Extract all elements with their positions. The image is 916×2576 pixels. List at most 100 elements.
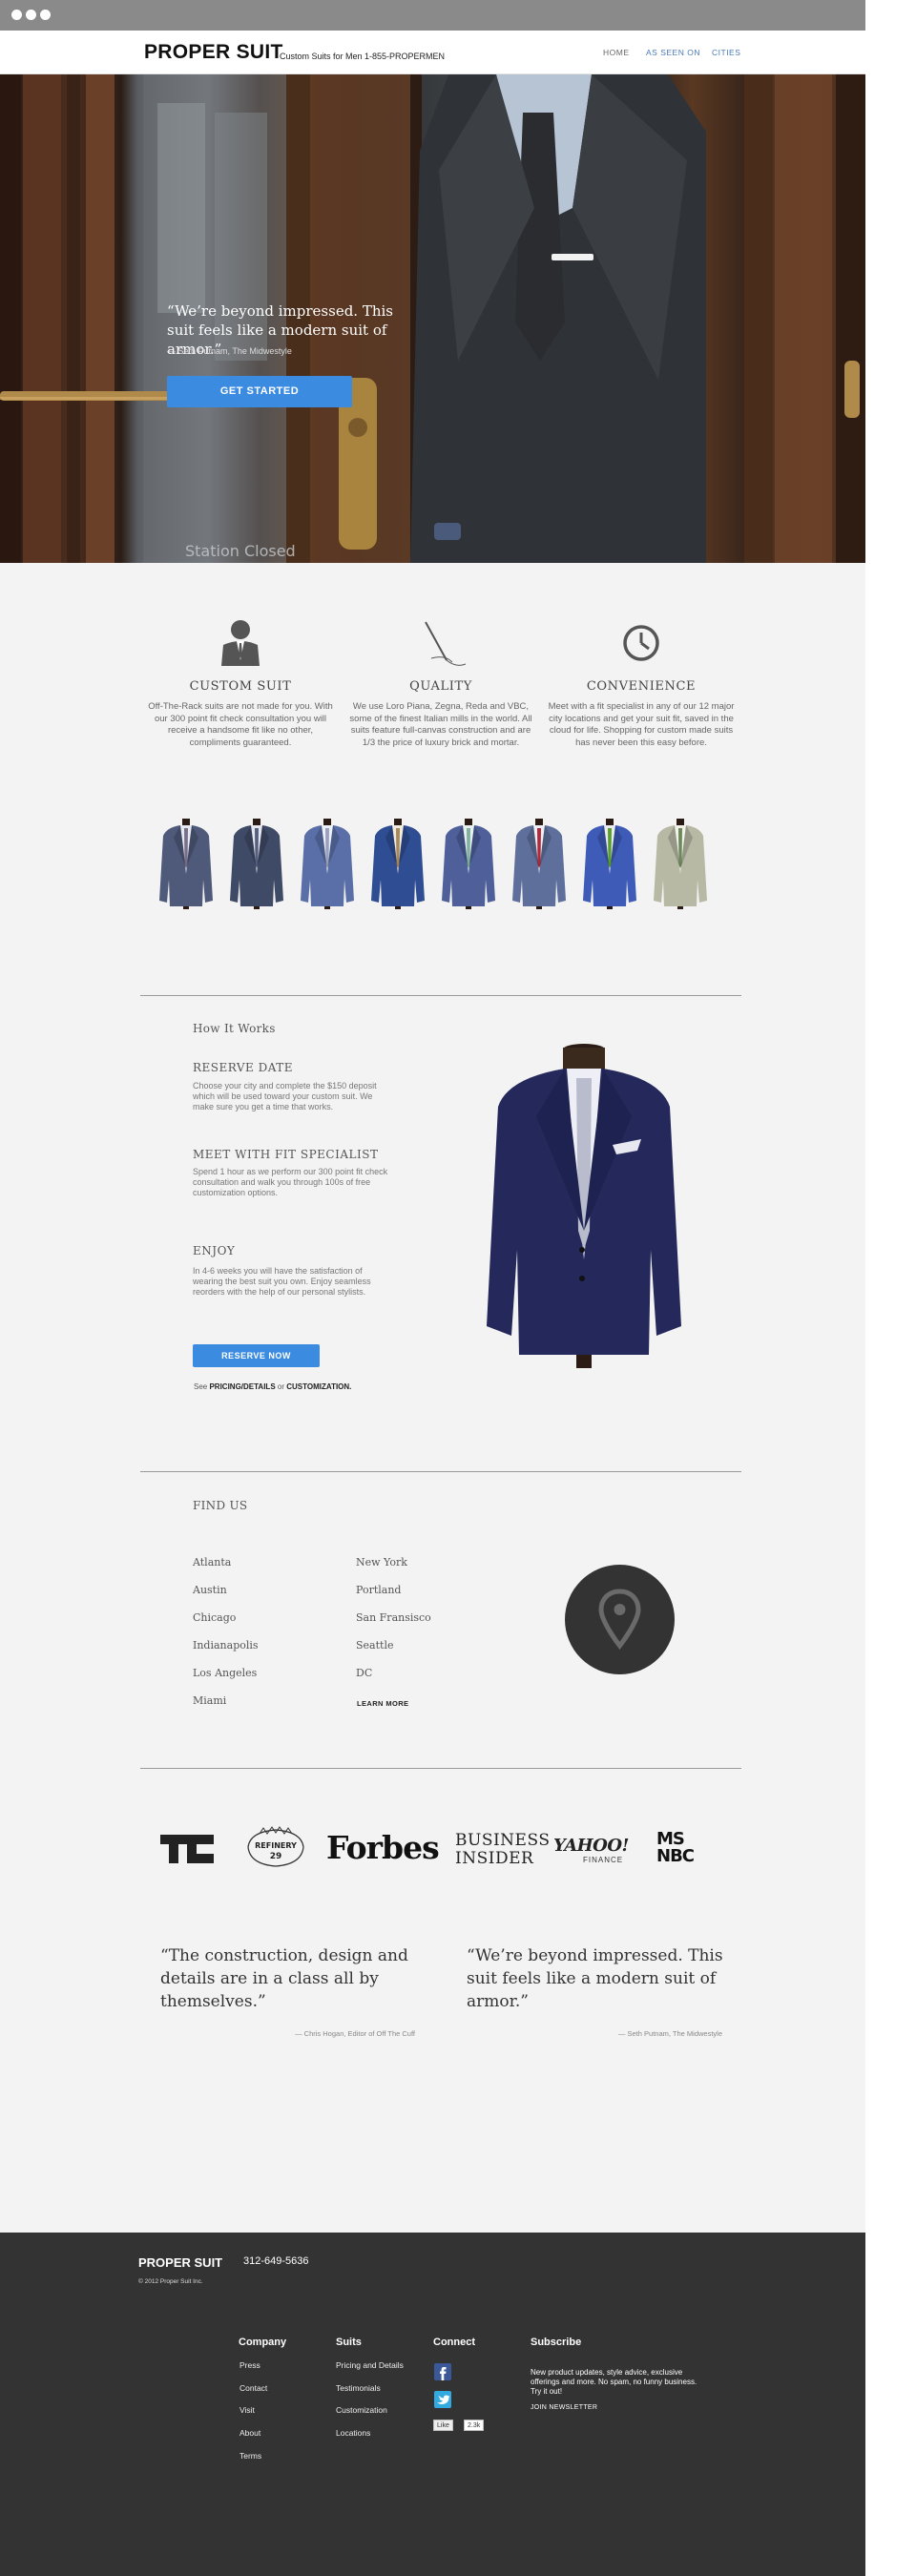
- clock-icon: [546, 616, 737, 670]
- nav-home[interactable]: HOME: [603, 48, 630, 57]
- bi-line2: INSIDER: [455, 1849, 534, 1868]
- footer-link-press[interactable]: Press: [239, 2360, 260, 2370]
- suit-thumbnail[interactable]: [299, 819, 356, 909]
- footer-heading: Subscribe: [531, 2337, 582, 2348]
- city-link[interactable]: Indianapolis: [193, 1639, 259, 1652]
- city-link[interactable]: Chicago: [193, 1611, 236, 1624]
- footer-heading: Company: [239, 2337, 287, 2348]
- suited-man-icon: [145, 616, 336, 670]
- feature-title: QUALITY: [409, 679, 472, 694]
- suit-thumbnail[interactable]: [228, 819, 285, 909]
- footer-link-contact[interactable]: Contact: [239, 2383, 267, 2393]
- testimonial-cite: — Chris Hogan, Editor of Off The Cuff: [295, 2029, 415, 2038]
- footer-link-pricing[interactable]: Pricing and Details: [336, 2360, 404, 2370]
- hero-quote-cite: — Seth Putnam, The Midwestyle: [167, 346, 292, 356]
- step-title: ENJOY: [193, 1244, 236, 1257]
- suit-thumbnail[interactable]: [510, 819, 568, 909]
- step-title: RESERVE DATE: [193, 1061, 294, 1074]
- hero-photo: Station Closed: [0, 74, 865, 563]
- step-text: Choose your city and complete the $150 d…: [193, 1081, 377, 1111]
- see-prefix: See: [194, 1382, 208, 1391]
- see-more-links: See PRICING/DETAILS or CUSTOMIZATION.: [194, 1382, 351, 1391]
- footer-link-about[interactable]: About: [239, 2428, 260, 2438]
- suit-thumbnail[interactable]: [157, 819, 215, 909]
- city-link[interactable]: Austin: [193, 1584, 227, 1596]
- svg-text:29: 29: [270, 1852, 282, 1861]
- site-logo[interactable]: PROPER SUIT: [144, 41, 283, 64]
- needle-thread-icon: [345, 616, 536, 670]
- feature-text: We use Loro Piana, Zegna, Reda and VBC, …: [349, 701, 532, 748]
- testimonial-cite: — Seth Putnam, The Midwestyle: [617, 2029, 722, 2038]
- feature-text: Meet with a fit specialist in any of our…: [548, 701, 735, 748]
- feature-custom-suit: CUSTOM SUIT Off-The-Rack suits are not m…: [145, 616, 336, 749]
- city-link[interactable]: Portland: [356, 1584, 401, 1596]
- feature-quality: QUALITY We use Loro Piana, Zegna, Reda a…: [345, 616, 536, 749]
- suit-thumbnail[interactable]: [369, 819, 427, 909]
- window-maximize-dot[interactable]: [40, 10, 51, 20]
- hero-banner: Station Closed “We’re beyond impressed. …: [0, 74, 865, 563]
- yahoo-finance-sub: FINANCE: [583, 1856, 624, 1864]
- nav-cities[interactable]: CITIES: [712, 48, 740, 57]
- footer-link-customization[interactable]: Customization: [336, 2405, 387, 2415]
- section-divider: [140, 995, 741, 996]
- see-or: or: [277, 1382, 285, 1391]
- suit-thumbnail[interactable]: [440, 819, 497, 909]
- feature-text: Off-The-Rack suits are not made for you.…: [148, 701, 333, 748]
- step-title: MEET WITH FIT SPECIALIST: [193, 1148, 379, 1161]
- featured-suit-image: [487, 1044, 681, 1368]
- business-insider-logo: BUSINESS INSIDER: [455, 1832, 550, 1868]
- map-pin-icon: [565, 1565, 675, 1674]
- find-us-heading: FIND US: [193, 1499, 248, 1512]
- msnbc-logo: MS NBC: [656, 1831, 695, 1866]
- city-link[interactable]: Atlanta: [193, 1556, 231, 1568]
- facebook-like-button[interactable]: Like: [433, 2420, 453, 2431]
- footer-copyright: © 2012 Proper Suit Inc.: [138, 2278, 203, 2285]
- city-link[interactable]: San Fransisco: [356, 1611, 431, 1624]
- footer-link-locations[interactable]: Locations: [336, 2428, 370, 2438]
- footer-phone: 312-649-5636: [243, 2255, 309, 2267]
- browser-chrome: [0, 0, 865, 31]
- yahoo-finance-logo: YAHOO!: [553, 1836, 629, 1856]
- twitter-icon[interactable]: [434, 2391, 451, 2408]
- get-started-button[interactable]: GET STARTED: [167, 376, 352, 407]
- city-link[interactable]: DC: [356, 1667, 372, 1679]
- footer-link-terms[interactable]: Terms: [239, 2451, 261, 2461]
- learn-more-link[interactable]: LEARN MORE: [357, 1699, 408, 1708]
- testimonial-quote: “We’re beyond impressed. This suit feels…: [467, 1946, 723, 2011]
- feature-title: CONVENIENCE: [586, 679, 697, 694]
- footer-link-testimonials[interactable]: Testimonials: [336, 2383, 381, 2393]
- city-link[interactable]: Miami: [193, 1694, 226, 1707]
- techcrunch-logo: TC: [160, 1835, 214, 1863]
- city-link[interactable]: Los Angeles: [193, 1667, 257, 1679]
- feature-convenience: CONVENIENCE Meet with a fit specialist i…: [546, 616, 737, 749]
- testimonial-quote: “The construction, design and details ar…: [160, 1946, 408, 2011]
- customization-link[interactable]: CUSTOMIZATION.: [286, 1382, 351, 1391]
- suit-thumbnail[interactable]: [652, 819, 709, 909]
- step-text: Spend 1 hour as we perform our 300 point…: [193, 1167, 388, 1197]
- station-sign-text: Station Closed: [185, 542, 296, 560]
- msnbc-line2: NBC: [656, 1846, 695, 1866]
- footer-link-visit[interactable]: Visit: [239, 2405, 255, 2415]
- footer-heading: Suits: [336, 2337, 362, 2348]
- section-divider: [140, 1768, 741, 1769]
- footer-logo[interactable]: PROPER SUIT: [138, 2255, 222, 2270]
- join-newsletter-link[interactable]: JOIN NEWSLETTER: [531, 2404, 597, 2411]
- window-close-dot[interactable]: [11, 10, 22, 20]
- nav-as-seen-on[interactable]: AS SEEN ON: [646, 48, 700, 57]
- forbes-logo: Forbes: [326, 1829, 440, 1866]
- how-it-works-heading: How It Works: [193, 1022, 276, 1035]
- suit-thumbnail[interactable]: [581, 819, 638, 909]
- facebook-icon[interactable]: [434, 2363, 451, 2380]
- city-link[interactable]: Seattle: [356, 1639, 393, 1652]
- subscribe-text: New product updates, style advice, exclu…: [531, 2368, 697, 2396]
- city-link[interactable]: New York: [356, 1556, 407, 1568]
- step-text: In 4-6 weeks you will have the satisfact…: [193, 1266, 371, 1297]
- footer-heading: Connect: [433, 2337, 475, 2348]
- reserve-now-button[interactable]: RESERVE NOW: [193, 1344, 320, 1367]
- refinery29-logo: REFINERY 29: [240, 1826, 311, 1870]
- pricing-details-link[interactable]: PRICING/DETAILS: [209, 1382, 275, 1391]
- bi-line1: BUSINESS: [455, 1831, 551, 1850]
- window-minimize-dot[interactable]: [26, 10, 36, 20]
- site-tagline: Custom Suits for Men 1-855-PROPERMEN: [280, 52, 446, 61]
- section-divider: [140, 1471, 741, 1472]
